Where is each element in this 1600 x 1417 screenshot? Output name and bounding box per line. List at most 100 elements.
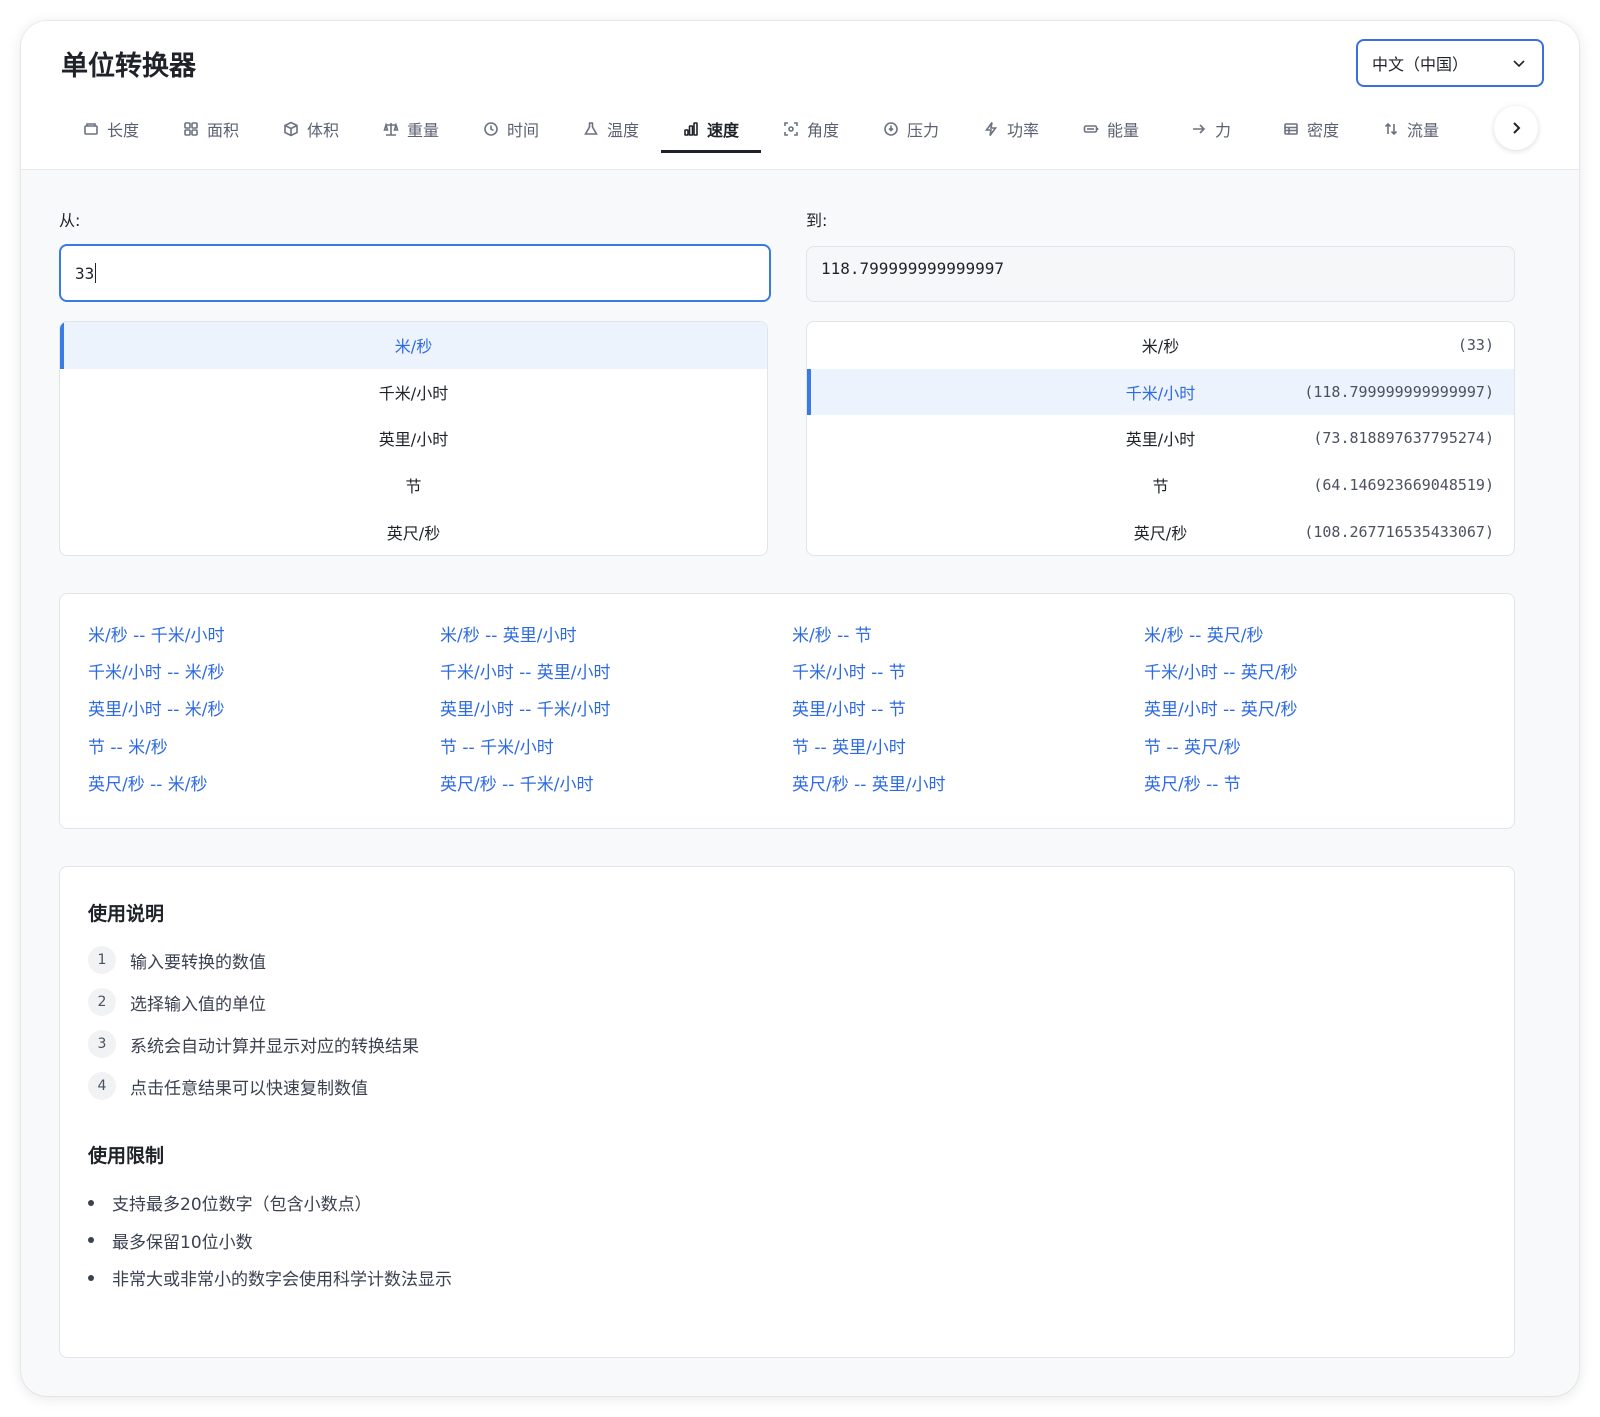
limit-text: 支持最多20位数字（包含小数点） xyxy=(112,1195,372,1215)
step-number: 2 xyxy=(88,988,116,1016)
from-unit-option[interactable]: 英尺/秒 xyxy=(60,508,767,555)
tab-label: 压力 xyxy=(906,121,939,140)
tab-bar-chart[interactable]: 速度 xyxy=(661,105,761,153)
grid-icon xyxy=(184,122,198,136)
conversion-link[interactable]: 节 -- 英里/小时 xyxy=(792,733,1144,770)
bar-chart-icon xyxy=(684,122,698,136)
conversion-link[interactable]: 米/秒 -- 千米/小时 xyxy=(88,621,440,658)
to-value-text: 118.799999999999997 xyxy=(821,259,1005,278)
tab-label: 功率 xyxy=(1006,121,1039,140)
conversion-link[interactable]: 英里/小时 -- 英尺/秒 xyxy=(1144,695,1496,732)
conversion-link[interactable]: 节 -- 米/秒 xyxy=(88,733,440,770)
unit-name: 英里/小时 xyxy=(378,430,449,450)
header: 单位转换器 中文（中国） 长度 面积 体积 重量 时间 温度 速度 角度 压力 功率 能量 力 密度 流量 xyxy=(21,21,1579,170)
unit-name: 英尺/秒 xyxy=(386,523,441,543)
limit-text: 最多保留10位小数 xyxy=(112,1232,253,1253)
swap-icon xyxy=(1384,122,1398,136)
conversion-link[interactable]: 千米/小时 -- 米/秒 xyxy=(88,658,440,695)
tab-scale[interactable]: 重量 xyxy=(361,105,461,153)
step-text: 输入要转换的数值 xyxy=(130,952,266,973)
gauge-icon xyxy=(884,122,898,136)
to-unit-option[interactable]: 千米/小时 (118.799999999999997) xyxy=(807,368,1514,416)
battery-icon xyxy=(1083,125,1099,133)
tab-label: 角度 xyxy=(806,121,839,140)
tab-label: 密度 xyxy=(1306,121,1339,140)
conversion-link[interactable]: 千米/小时 -- 节 xyxy=(792,658,1144,695)
from-unit-option[interactable]: 英里/小时 xyxy=(60,415,767,462)
step-number: 1 xyxy=(88,946,116,974)
unit-result-value: (108.267716535433067) xyxy=(1304,522,1494,541)
unit-result-value: (33) xyxy=(1457,336,1494,355)
conversion-link[interactable]: 英里/小时 -- 米/秒 xyxy=(88,695,440,732)
conversion-links-card: 米/秒 -- 千米/小时 米/秒 -- 英里/小时 米/秒 -- 节米/秒 -- 英… xyxy=(59,593,1515,829)
conversion-link[interactable]: 英尺/秒 -- 节 xyxy=(1144,770,1496,807)
bullet-icon xyxy=(88,1199,94,1206)
step-number: 3 xyxy=(88,1030,116,1058)
to-unit-option[interactable]: 节 (64.146923669048519) xyxy=(807,462,1514,509)
conversion-link[interactable]: 英里/小时 -- 千米/小时 xyxy=(440,695,792,732)
category-tabs: 长度 面积 体积 重量 时间 温度 速度 角度 压力 功率 能量 力 密度 流量 xyxy=(61,105,1501,153)
from-unit-option[interactable]: 米/秒 xyxy=(60,322,767,369)
conversion-link[interactable]: 米/秒 -- 节 xyxy=(792,621,1144,658)
info-card: 使用说明 1 输入要转换的数值 2 选择输入值的单位 3 系统会自动计算并显示对应的转换结… xyxy=(59,866,1515,1358)
unit-name: 米/秒 xyxy=(394,337,433,357)
to-unit-option[interactable]: 英尺/秒 (108.267716535433067) xyxy=(807,508,1514,555)
unit-name: 千米/小时 xyxy=(378,383,449,403)
tab-cube[interactable]: 体积 xyxy=(261,105,361,153)
tab-clock[interactable]: 时间 xyxy=(461,105,561,153)
tab-ruler[interactable]: 长度 xyxy=(61,105,161,153)
conversion-link[interactable]: 节 -- 英尺/秒 xyxy=(1144,733,1496,770)
tab-flask[interactable]: 温度 xyxy=(561,105,661,153)
conversion-link[interactable]: 英里/小时 -- 节 xyxy=(792,695,1144,732)
tab-battery[interactable]: 能量 xyxy=(1061,105,1161,153)
unit-result-value: (118.799999999999997) xyxy=(1304,382,1494,401)
limit-text: 非常大或非常小的数字会使用科学计数法显示 xyxy=(112,1270,452,1290)
tab-label: 力 xyxy=(1214,121,1231,140)
instruction-step: 4 点击任意结果可以快速复制数值 xyxy=(88,1072,368,1100)
bullet-icon xyxy=(88,1237,94,1243)
instructions-title: 使用说明 xyxy=(88,903,165,925)
tab-label: 长度 xyxy=(106,121,139,140)
conversion-link[interactable]: 英尺/秒 -- 英里/小时 xyxy=(792,770,1144,807)
tab-label: 时间 xyxy=(506,121,539,140)
from-label: 从: xyxy=(59,211,81,230)
unit-result-value: (73.818897637795274) xyxy=(1313,429,1494,448)
tab-table[interactable]: 密度 xyxy=(1261,105,1361,153)
tab-label: 流量 xyxy=(1406,121,1439,140)
tab-focus[interactable]: 角度 xyxy=(761,105,861,153)
instruction-step: 2 选择输入值的单位 xyxy=(88,988,266,1016)
table-icon xyxy=(1284,123,1298,135)
conversion-link[interactable]: 英尺/秒 -- 米/秒 xyxy=(88,770,440,807)
from-unit-option[interactable]: 节 xyxy=(60,462,767,509)
tabs-scroll-right-button[interactable] xyxy=(1494,106,1538,150)
to-unit-option[interactable]: 米/秒 (33) xyxy=(807,322,1514,369)
arrow-right-icon xyxy=(1192,124,1206,134)
tab-label: 速度 xyxy=(706,121,739,140)
text-caret xyxy=(95,263,97,283)
to-unit-list: 米/秒 (33) 千米/小时 (118.799999999999997) 英里/小时 (7… xyxy=(806,321,1515,556)
conversion-link[interactable]: 米/秒 -- 英尺/秒 xyxy=(1144,621,1496,658)
instruction-step: 3 系统会自动计算并显示对应的转换结果 xyxy=(88,1030,419,1058)
conversion-link[interactable]: 千米/小时 -- 英里/小时 xyxy=(440,658,792,695)
unit-name: 千米/小时 xyxy=(1125,383,1196,403)
conversion-link[interactable]: 千米/小时 -- 英尺/秒 xyxy=(1144,658,1496,695)
to-label: 到: xyxy=(806,211,828,230)
to-unit-option[interactable]: 英里/小时 (73.818897637795274) xyxy=(807,415,1514,462)
conversion-link[interactable]: 英尺/秒 -- 千米/小时 xyxy=(440,770,792,807)
tab-lightning[interactable]: 功率 xyxy=(961,105,1061,153)
unit-name: 英尺/秒 xyxy=(1133,523,1188,543)
limit-item: 非常大或非常小的数字会使用科学计数法显示 xyxy=(88,1265,452,1290)
tab-grid[interactable]: 面积 xyxy=(161,105,261,153)
language-select[interactable]: 中文（中国） xyxy=(1356,39,1544,87)
to-value-output[interactable]: 118.799999999999997 xyxy=(806,246,1515,302)
conversion-link[interactable]: 节 -- 千米/小时 xyxy=(440,733,792,770)
from-unit-option[interactable]: 千米/小时 xyxy=(60,369,767,416)
tab-arrow-right[interactable]: 力 xyxy=(1161,105,1261,153)
conversion-link[interactable]: 米/秒 -- 英里/小时 xyxy=(440,621,792,658)
from-value-input[interactable]: 33 xyxy=(59,244,771,302)
tab-label: 能量 xyxy=(1106,121,1139,140)
tab-gauge[interactable]: 压力 xyxy=(861,105,961,153)
focus-icon xyxy=(784,122,798,136)
instruction-step: 1 输入要转换的数值 xyxy=(88,946,266,974)
flask-icon xyxy=(584,122,598,135)
